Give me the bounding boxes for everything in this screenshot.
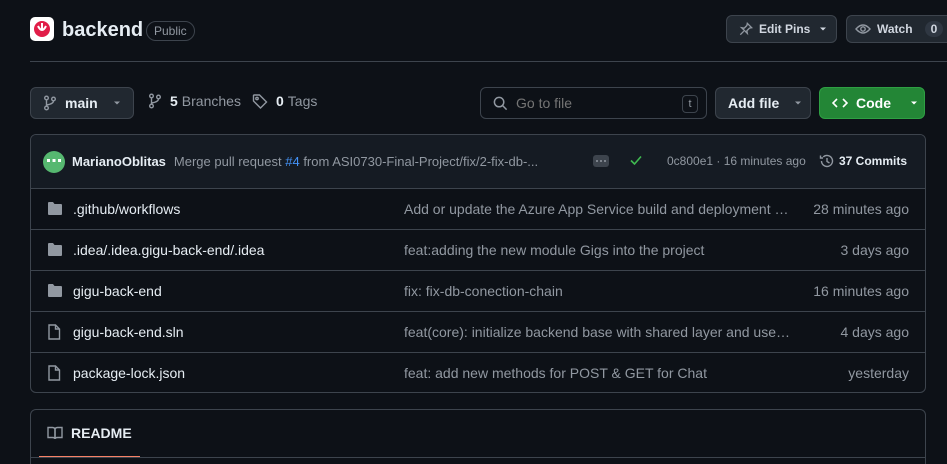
file-name[interactable]: .idea/.idea.gigu-back-end/.idea [73,242,264,258]
readme-divider [31,457,925,458]
folder-icon [48,284,62,297]
ellipsis-icon [596,160,606,162]
check-icon[interactable] [629,153,643,167]
tags-count: 0 [276,93,284,109]
shortcut-hint: t [682,95,698,113]
file-row[interactable]: .idea/.idea.gigu-back-end/.idea feat:add… [31,230,925,271]
avatar[interactable] [43,150,65,173]
code-label: Code [856,95,891,111]
commit-message-suffix: from ASI0730-Final-Project/fix/2-fix-db-… [303,154,539,169]
repo-name[interactable]: backend [62,19,143,42]
code-button[interactable]: Code [819,87,925,119]
folder-icon [48,243,62,256]
branch-selector[interactable]: main [30,87,134,119]
commit-sha-time[interactable]: 0c800e1 · 16 minutes ago [667,154,806,168]
commit-message-prefix: Merge pull request [173,154,282,169]
code-icon [832,98,848,108]
file-name[interactable]: gigu-back-end.sln [73,324,184,340]
book-icon [47,426,63,440]
commits-count: 37 Commits [839,154,908,168]
file-row[interactable]: package-lock.json feat: add new methods … [31,353,925,392]
edit-pins-label: Edit Pins [759,22,811,36]
file-commit-time: 28 minutes ago [813,201,909,217]
readme-tab[interactable]: README [39,410,140,458]
commits-history-link[interactable]: 37 Commits [819,153,907,169]
header-divider [30,61,947,62]
file-icon [48,324,61,340]
chevron-down-icon [795,101,802,105]
branches-label: Branches [181,93,241,109]
chevron-down-icon [820,27,827,31]
file-name[interactable]: gigu-back-end [73,283,162,299]
git-branch-icon [149,93,161,109]
pin-icon [739,22,753,36]
tags-label: Tags [287,93,318,109]
file-commit-message[interactable]: feat:adding the new module Gigs into the… [404,242,790,258]
file-commit-time: 16 minutes ago [813,283,909,299]
pr-link[interactable]: #4 [285,154,299,169]
search-input[interactable] [516,95,676,111]
search-icon [493,96,508,110]
file-name[interactable]: package-lock.json [73,365,185,381]
chevron-down-icon [911,101,917,105]
file-browser: MarianoOblitas Merge pull request #4 fro… [30,134,926,393]
branches-link[interactable]: 5 Branches [148,93,241,109]
tag-icon [252,94,268,109]
repo-header: backend Public Edit Pins Watch 0 [30,14,947,48]
watch-label: Watch [877,22,913,36]
file-commit-time: 3 days ago [840,242,910,258]
file-commit-message[interactable]: feat(core): initialize backend base with… [404,324,790,340]
file-commit-message[interactable]: fix: fix-db-conection-chain [404,283,790,299]
add-file-button[interactable]: Add file [715,87,811,119]
eye-icon [855,24,871,34]
repo-logo [30,17,54,41]
file-icon [48,365,61,381]
latest-commit-bar: MarianoOblitas Merge pull request #4 fro… [31,135,925,189]
go-to-file-search[interactable]: t [480,87,707,119]
expand-commit-button[interactable] [593,155,609,167]
visibility-badge: Public [146,21,195,41]
chevron-down-icon [113,101,120,105]
edit-pins-button[interactable]: Edit Pins [726,15,837,43]
file-name[interactable]: .github/workflows [73,201,180,217]
file-commit-time: yesterday [848,365,909,381]
file-row[interactable]: .github/workflows Add or update the Azur… [31,189,925,230]
file-commit-time: 4 days ago [840,324,910,340]
branches-count: 5 [170,93,178,109]
file-row[interactable]: gigu-back-end fix: fix-db-conection-chai… [31,271,925,312]
file-commit-message[interactable]: feat: add new methods for POST & GET for… [404,365,790,381]
commit-author[interactable]: MarianoOblitas [72,154,166,169]
watch-button[interactable]: Watch 0 [846,15,947,43]
git-branch-icon [44,95,56,111]
tags-link[interactable]: 0 Tags [252,93,317,109]
file-row[interactable]: gigu-back-end.sln feat(core): initialize… [31,312,925,353]
readme-tab-label: README [71,425,132,441]
watch-count: 0 [924,21,944,37]
file-commit-message[interactable]: Add or update the Azure App Service buil… [404,201,790,217]
readme-panel: README [30,409,926,464]
history-icon [819,154,834,168]
folder-icon [48,202,62,215]
add-file-label: Add file [728,95,780,111]
commit-message[interactable]: Merge pull request #4 from ASI0730-Final… [174,154,538,169]
branch-name: main [65,95,98,111]
